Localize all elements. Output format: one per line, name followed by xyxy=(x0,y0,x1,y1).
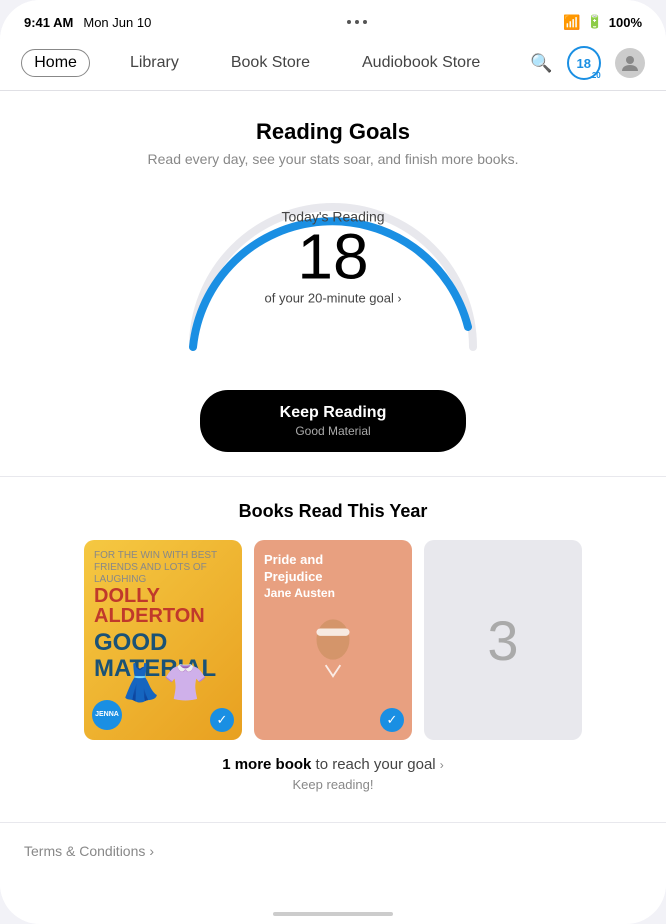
reading-goals-title: Reading Goals xyxy=(24,119,642,145)
book-checkmark-1: ✓ xyxy=(210,708,234,732)
main-content: Reading Goals Read every day, see your s… xyxy=(0,91,666,923)
goal-chevron-2: › xyxy=(440,758,444,772)
status-dots xyxy=(347,20,367,24)
battery-icon: 🔋 xyxy=(587,14,603,30)
home-indicator xyxy=(273,912,393,916)
nav-bookstore[interactable]: Book Store xyxy=(219,50,322,76)
gauge-number: 18 xyxy=(265,225,402,289)
nav-bar: Home Library Book Store Audiobook Store … xyxy=(0,36,666,91)
keep-reading-button[interactable]: Keep Reading Good Material xyxy=(200,390,467,452)
status-bar: 9:41 AM Mon Jun 10 📶 🔋 100% xyxy=(0,0,666,36)
books-section: Books Read This Year FOR THE WIN WITH BE… xyxy=(0,501,666,792)
nav-home[interactable]: Home xyxy=(21,49,90,77)
placeholder-number: 3 xyxy=(487,608,518,673)
badge-sub: 20 xyxy=(592,71,601,80)
wifi-icon: 📶 xyxy=(563,14,580,31)
badge-number: 18 xyxy=(577,56,591,71)
section-divider xyxy=(0,476,666,477)
book-pp-title: Pride andPrejudice xyxy=(264,552,402,586)
profile-icon[interactable] xyxy=(615,48,645,78)
search-icon[interactable]: 🔍 xyxy=(530,53,552,74)
battery-percent: 100% xyxy=(609,15,642,30)
keep-reading-hint: Keep reading! xyxy=(20,777,646,792)
terms-label: Terms & Conditions xyxy=(24,843,145,859)
book-pp-author: Jane Austen xyxy=(264,586,402,600)
keep-reading-book: Good Material xyxy=(295,424,370,438)
goal-message: 1 more book to reach your goal › xyxy=(20,756,646,773)
reading-goals-subtitle: Read every day, see your stats soar, and… xyxy=(24,151,642,167)
book-checkmark-2: ✓ xyxy=(380,708,404,732)
keep-reading-label: Keep Reading xyxy=(280,404,387,422)
status-date: Mon Jun 10 xyxy=(83,15,151,30)
nav-audiobook[interactable]: Audiobook Store xyxy=(350,50,492,76)
nav-library[interactable]: Library xyxy=(118,50,191,76)
footer-section: Terms & Conditions › xyxy=(0,822,666,881)
nav-icons: 🔍 18 20 xyxy=(530,46,644,80)
book-placeholder[interactable]: 3 xyxy=(424,540,582,740)
books-section-title: Books Read This Year xyxy=(20,501,646,522)
book-pride-prejudice[interactable]: Pride andPrejudice Jane Austen xyxy=(254,540,412,740)
books-grid: FOR THE WIN WITH BEST FRIENDS AND LOTS O… xyxy=(20,540,646,740)
status-time: 9:41 AM xyxy=(24,15,73,30)
reading-goals-section: Reading Goals Read every day, see your s… xyxy=(0,91,666,476)
reading-gauge: Today's Reading 18 of your 20-minute goa… xyxy=(173,187,493,362)
goal-message-part1: 1 more book xyxy=(222,756,311,773)
book-pp-figure xyxy=(264,606,402,728)
goal-message-part2: to reach your goal xyxy=(311,756,435,773)
gauge-goal: of your 20-minute goal › xyxy=(265,291,402,306)
reading-badge[interactable]: 18 20 xyxy=(567,46,601,80)
terms-chevron: › xyxy=(149,843,154,859)
terms-conditions-link[interactable]: Terms & Conditions › xyxy=(24,843,154,859)
book-good-material[interactable]: FOR THE WIN WITH BEST FRIENDS AND LOTS O… xyxy=(84,540,242,740)
status-right: 📶 🔋 100% xyxy=(563,14,642,31)
gauge-text: Today's Reading 18 of your 20-minute goa… xyxy=(265,209,402,306)
goal-chevron: › xyxy=(397,292,401,306)
jenna-badge: JENNA xyxy=(92,700,122,730)
